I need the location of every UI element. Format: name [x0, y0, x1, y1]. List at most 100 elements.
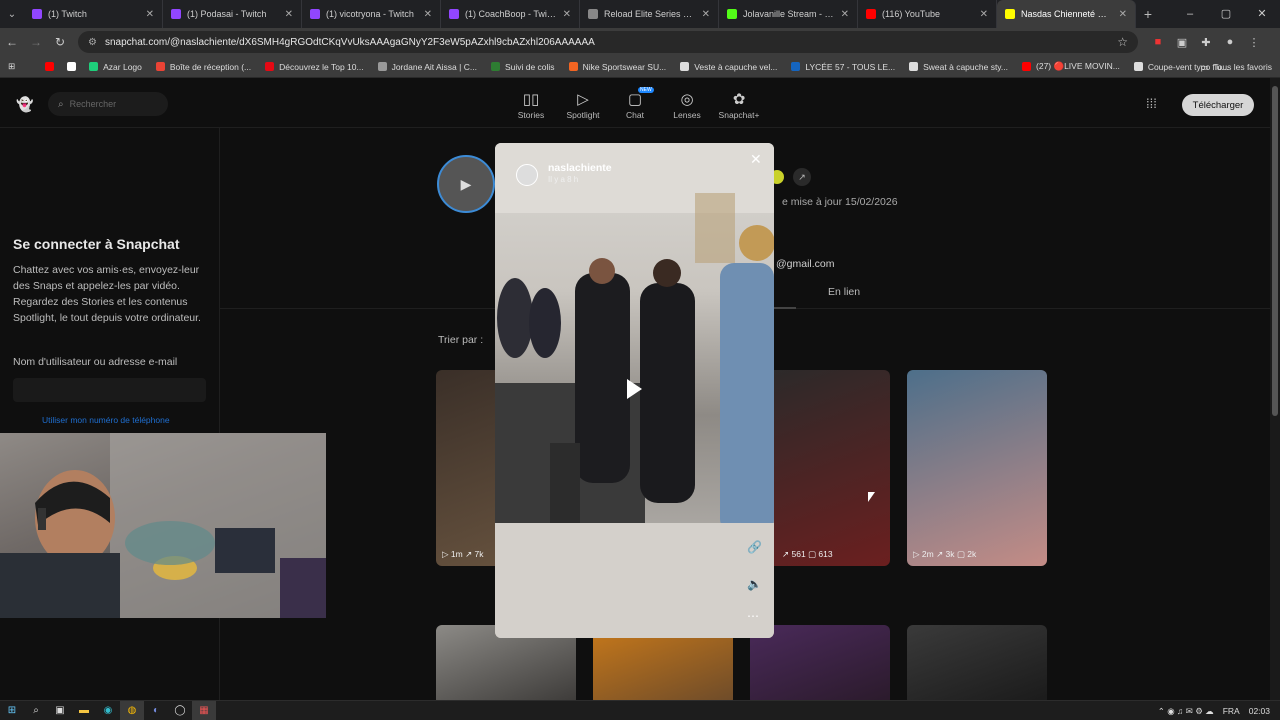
sort-label[interactable]: Trier par : — [438, 334, 483, 346]
tab-close-icon[interactable]: ✕ — [285, 9, 293, 20]
bookmark-label: Veste à capuche vel... — [694, 61, 778, 72]
edge-icon[interactable]: ◉ — [96, 701, 120, 720]
nav-lenses[interactable]: ◎ Lenses — [661, 90, 713, 120]
use-phone-link[interactable]: Utiliser mon numéro de téléphone — [42, 415, 170, 425]
bookmark-item[interactable]: Suivi de colis — [490, 61, 555, 72]
site-info-icon[interactable]: ⚙ — [88, 37, 97, 48]
maximize-icon[interactable]: ▢ — [1208, 0, 1244, 28]
search-input[interactable]: ⌕ Rechercher — [48, 92, 168, 116]
share-icon[interactable]: ↗ — [793, 168, 811, 186]
bookmark-item[interactable]: Azar Logo — [89, 61, 142, 72]
bookmark-favicon-icon — [155, 62, 165, 71]
tab-close-icon[interactable]: ✕ — [1119, 9, 1127, 20]
bookmark-youtube-icon[interactable] — [45, 62, 59, 71]
tab-favicon-icon — [866, 9, 876, 19]
volume-icon[interactable]: 🔈 — [747, 577, 762, 591]
bookmark-item[interactable]: LYCÉE 57 - TOUS LE... — [791, 61, 895, 72]
bookmark-item[interactable]: Jordane Ait Aissa | C... — [377, 61, 477, 72]
new-tab-button[interactable]: + — [1136, 6, 1160, 22]
windows-start-icon[interactable]: ⊞ — [0, 701, 24, 720]
tab-title: Nasdas Chienneté 🐾 (@ — [1021, 8, 1113, 19]
bookmark-label: LYCÉE 57 - TOUS LE... — [805, 61, 896, 72]
browser-tab[interactable]: (1) vicotryona - Twitch ✕ — [302, 0, 441, 28]
app-icon[interactable]: ▦ — [192, 700, 216, 720]
nav-spotlight[interactable]: ▷ Spotlight — [557, 90, 609, 120]
browser-tab[interactable]: Jolavanille Stream - Watc ✕ — [719, 0, 858, 28]
browser-tab[interactable]: (116) YouTube ✕ — [858, 0, 997, 28]
discord-icon[interactable]: ◐ — [144, 701, 168, 720]
download-button[interactable]: Télécharger — [1182, 94, 1254, 116]
extension-red-icon[interactable]: ■ — [1146, 36, 1170, 49]
browser-menu-icon[interactable]: ⋮ — [1242, 36, 1266, 49]
search-icon[interactable]: ⌕ — [24, 701, 48, 720]
story-username[interactable]: naslachiente — [548, 162, 612, 174]
language-indicator[interactable]: FRA — [1223, 706, 1240, 716]
bookmark-star-icon[interactable]: ☆ — [1117, 35, 1128, 49]
profile-avatar[interactable]: ▶ — [437, 155, 495, 213]
snapchat-ghost-icon[interactable]: 👻 — [16, 96, 33, 112]
bookmark-favicon-icon — [791, 62, 801, 71]
all-bookmarks[interactable]: ▭ Tous les favoris — [1200, 56, 1272, 78]
new-badge: NEW — [638, 87, 654, 93]
browser-tab[interactable]: Reload Elite Series Opens ✕ — [580, 0, 719, 28]
file-explorer-icon[interactable]: ▬ — [72, 701, 96, 720]
story-viewer[interactable]: naslachiente Il y a 8 h ✕ 🔗 🔈 ⋯ — [495, 143, 774, 638]
link-icon[interactable]: 🔗 — [747, 540, 762, 554]
login-title: Se connecter à Snapchat — [13, 236, 180, 252]
apps-menu-icon[interactable]: ⁞⁞⁞ — [1146, 96, 1157, 111]
tab-close-icon[interactable]: ✕ — [980, 9, 988, 20]
task-view-icon[interactable]: ▣ — [48, 701, 72, 720]
reload-icon[interactable]: ↻ — [48, 35, 72, 49]
snapchat-page: 👻 ⌕ Rechercher ▯▯ Stories ▷ Spotlight ▢ NEW Ch… — [0, 78, 1280, 700]
nav-snapchat[interactable]: ✿ Snapchat+ — [713, 90, 765, 120]
profile-avatar-icon[interactable]: ● — [1218, 36, 1242, 49]
browser-tab[interactable]: (1) Twitch ✕ — [24, 0, 163, 28]
username-input[interactable] — [13, 378, 206, 402]
tab-close-icon[interactable]: ✕ — [563, 9, 571, 20]
forward-icon[interactable]: → — [24, 35, 48, 49]
tab-close-icon[interactable]: ✕ — [424, 9, 432, 20]
apps-grid-icon[interactable]: ⊞ — [8, 61, 15, 72]
browser-tab[interactable]: (1) Podasai - Twitch ✕ — [163, 0, 302, 28]
nav-label: Chat — [626, 110, 644, 120]
bookmark-item[interactable]: Veste à capuche vel... — [680, 61, 777, 72]
back-icon[interactable]: ← — [0, 35, 24, 49]
tab-online[interactable]: En lien — [828, 286, 860, 298]
nav-chat[interactable]: ▢ NEW Chat — [609, 87, 661, 120]
obs-icon[interactable]: ◯ — [168, 701, 192, 720]
tab-search-icon[interactable]: ⌄ — [0, 0, 24, 28]
bookmark-docs-icon[interactable] — [67, 62, 81, 71]
close-window-icon[interactable]: ✕ — [1244, 0, 1280, 28]
tab-close-icon[interactable]: ✕ — [841, 9, 849, 20]
address-bar[interactable]: ⚙ snapchat.com/@naslachiente/dX6SMH4gRGO… — [78, 31, 1138, 53]
minimize-icon[interactable]: – — [1172, 0, 1208, 28]
more-options-icon[interactable]: ⋯ — [747, 609, 759, 623]
tab-close-icon[interactable]: ✕ — [146, 9, 154, 20]
extension-gray-icon[interactable]: ▣ — [1170, 36, 1194, 49]
browser-tab[interactable]: (1) CoachBoop - Twitch ✕ — [441, 0, 580, 28]
story-author-avatar[interactable] — [516, 164, 538, 186]
bookmark-item[interactable]: Nike Sportswear SU... — [568, 61, 666, 72]
close-icon[interactable]: ✕ — [750, 151, 762, 168]
page-scrollbar[interactable] — [1270, 78, 1280, 700]
stories-icon: ▯▯ — [522, 91, 540, 108]
chrome-icon[interactable]: ◍ — [120, 700, 144, 720]
scrollbar-thumb[interactable] — [1272, 86, 1278, 416]
bookmark-item[interactable]: Boîte de réception (... — [155, 61, 251, 72]
bookmark-item[interactable]: Sweat à capuche sty... — [909, 61, 1008, 72]
browser-tab[interactable]: Nasdas Chienneté 🐾 (@ ✕ — [997, 0, 1136, 28]
clock[interactable]: 02:03 — [1249, 706, 1270, 716]
tray-icons[interactable]: ⌃ ◉ ♫ ✉ ⚙ ☁ — [1158, 706, 1214, 717]
spotlight-thumbnail[interactable]: ▷ 2m ↗ 3k ▢ 2k — [907, 370, 1047, 566]
tab-close-icon[interactable]: ✕ — [702, 9, 710, 20]
chat-icon: ▢ — [627, 91, 643, 108]
tab-favicon-icon — [449, 9, 459, 19]
tab-favicon-icon — [727, 9, 737, 19]
bookmark-item[interactable]: (27) 🔴LIVE MOVIN... — [1022, 61, 1120, 72]
play-icon[interactable] — [627, 379, 642, 399]
bookmark-item[interactable]: Découvrez le Top 10... — [265, 61, 364, 72]
nav-stories[interactable]: ▯▯ Stories — [505, 90, 557, 120]
spotlight-thumbnail[interactable] — [907, 625, 1047, 700]
extensions-puzzle-icon[interactable]: ✚ — [1194, 36, 1218, 49]
all-bookmarks-label: Tous les favoris — [1213, 62, 1272, 72]
